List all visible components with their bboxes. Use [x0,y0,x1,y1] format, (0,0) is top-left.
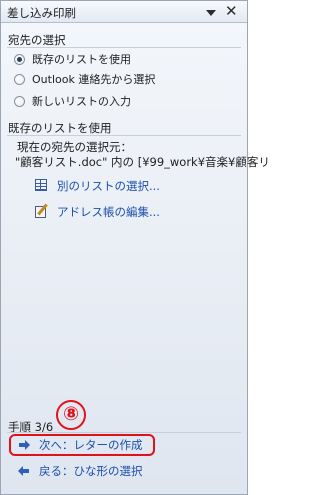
annotation-circled-number: ⑧ [56,400,86,430]
edit-address-book-label: アドレス帳の編集... [57,205,160,219]
radio-button[interactable] [14,95,25,107]
pane-titlebar: 差し込み印刷 ✕ [1,1,247,23]
select-other-list-link[interactable]: 別のリストの選択... [35,177,160,195]
radio-label: Outlook 連絡先から選択 [32,73,156,86]
section-divider [7,135,241,136]
arrow-left-icon [17,464,31,478]
radio-label: 新しいリストの入力 [32,95,131,108]
radio-use-existing-list[interactable]: 既存のリストを使用 [14,51,131,67]
radio-button-checked[interactable] [14,53,25,65]
pane-title: 差し込み印刷 [7,6,76,20]
arrow-right-icon [17,438,31,452]
existing-list-heading: 既存のリストを使用 [8,121,112,135]
edit-list-icon [35,206,46,218]
select-other-list-label: 別のリストの選択... [57,179,160,193]
current-source-label: 現在の宛先の選択元： [17,140,132,154]
edit-address-book-link[interactable]: アドレス帳の編集... [35,203,160,221]
close-icon[interactable]: ✕ [225,2,238,20]
recipients-heading: 宛先の選択 [8,33,66,47]
next-step-link[interactable]: 次へ：レターの作成 [17,436,143,454]
radio-new-list[interactable]: 新しいリストの入力 [14,93,131,109]
chevron-down-icon[interactable] [206,10,216,16]
radio-outlook-contacts[interactable]: Outlook 連絡先から選択 [14,71,155,87]
section-divider [7,47,241,48]
table-icon [35,179,47,191]
back-step-label: 戻る：ひな形の選択 [39,464,143,478]
radio-button[interactable] [14,73,25,85]
step-divider [7,432,241,433]
radio-label: 既存のリストを使用 [32,53,131,66]
current-source-value: "顧客リスト.doc" 内の [¥99_work¥音楽¥顧客リ [15,155,270,169]
back-step-link[interactable]: 戻る：ひな形の選択 [17,462,143,480]
mail-merge-task-pane: 差し込み印刷 ✕ 宛先の選択 既存のリストを使用 Outlook 連絡先から選択… [0,0,270,495]
next-step-label: 次へ：レターの作成 [39,438,143,452]
